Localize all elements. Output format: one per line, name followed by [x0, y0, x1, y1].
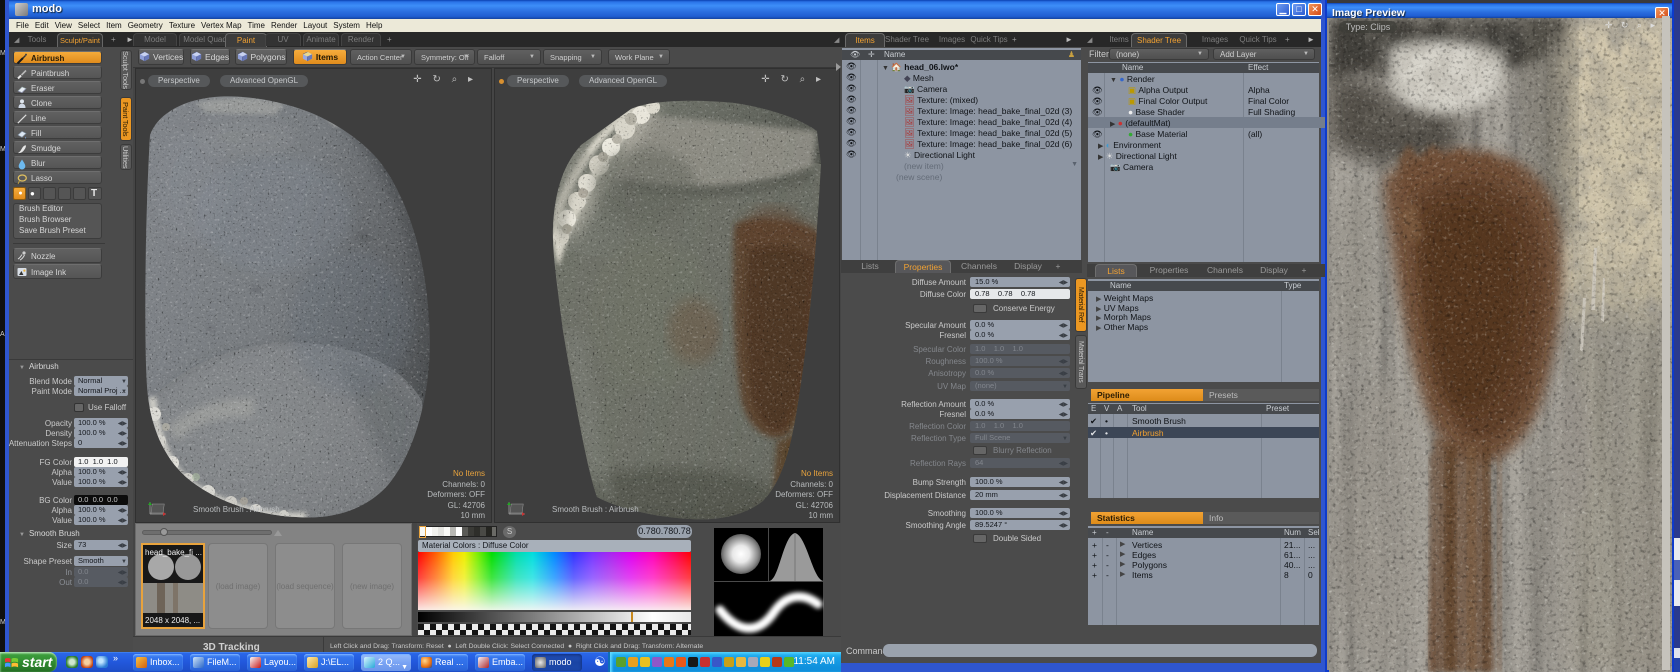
svg-text:head_bake_fi ...: head_bake_fi ... [145, 548, 202, 557]
svg-text:2048 x 2048, ...: 2048 x 2048, ... [145, 616, 200, 625]
